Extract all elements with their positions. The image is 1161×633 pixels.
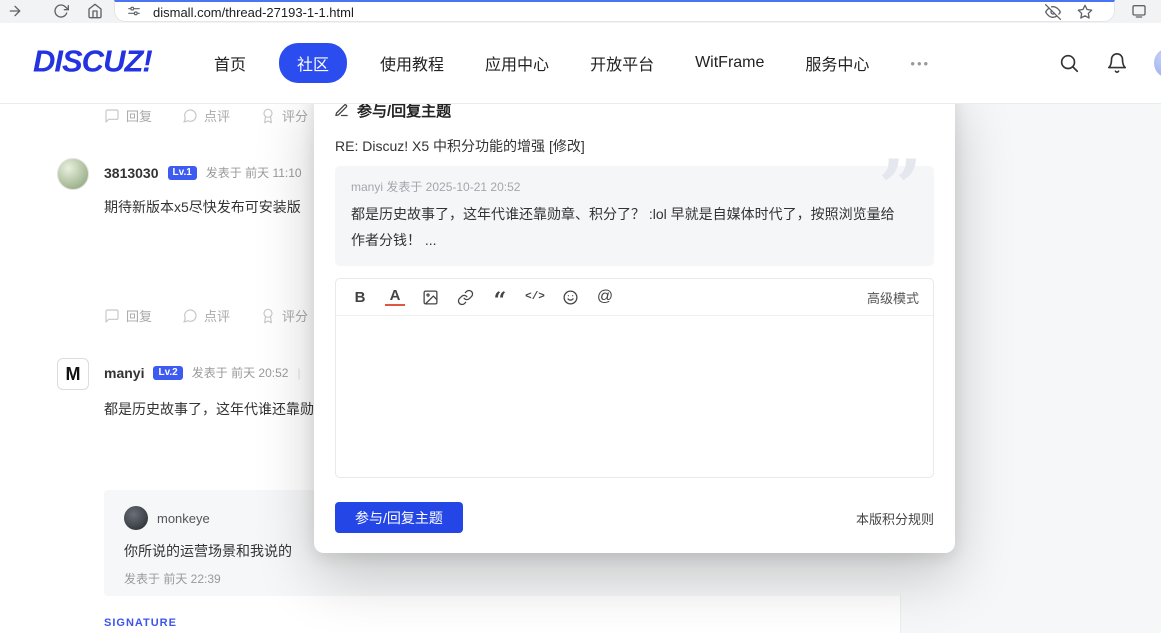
- rate-action[interactable]: 评分: [260, 306, 308, 325]
- reply-subject: RE: Discuz! X5 中积分功能的增强[修改]: [335, 136, 585, 156]
- nav-app-center[interactable]: 应用中心: [485, 51, 549, 75]
- bold-icon[interactable]: B: [350, 287, 370, 307]
- comment-action[interactable]: 点评: [182, 306, 230, 325]
- home-icon[interactable]: [86, 2, 104, 20]
- post1-level-badge: Lv.1: [168, 166, 197, 180]
- search-icon[interactable]: [1058, 52, 1080, 74]
- user-avatar[interactable]: [1154, 48, 1161, 78]
- post1-content: 期待新版本x5尽快发布可安装版: [104, 197, 301, 217]
- site-header: DISCUZ! 首页 社区 使用教程 应用中心 开放平台 WitFrame 服务…: [0, 23, 1161, 104]
- header-actions: [1058, 23, 1161, 103]
- post1-username[interactable]: 3813030: [104, 165, 159, 181]
- link-icon[interactable]: [455, 287, 475, 307]
- eye-off-icon[interactable]: [1045, 4, 1062, 21]
- nav-witframe[interactable]: WitFrame: [695, 54, 764, 72]
- code-icon[interactable]: </>: [525, 287, 545, 307]
- post2-posted: 发表于 前天 20:52: [192, 364, 289, 381]
- submit-reply-button[interactable]: 参与/回复主题: [335, 502, 463, 533]
- comment-action[interactable]: 点评: [182, 106, 230, 125]
- bell-icon[interactable]: [1106, 52, 1128, 74]
- reply-avatar[interactable]: [124, 506, 148, 530]
- window-icon[interactable]: [1130, 2, 1148, 20]
- post2-content: 都是历史故事了，这年代谁还靠勋: [104, 399, 314, 419]
- post1-header: 3813030 Lv.1 发表于 前天 11:10: [104, 164, 302, 181]
- address-bar[interactable]: dismall.com/thread-27193-1-1.html: [114, 0, 1115, 22]
- reply-textarea[interactable]: [336, 316, 933, 476]
- post2-username[interactable]: manyi: [104, 365, 144, 381]
- reply-editor: B A “ </> @ 高级模式: [335, 278, 934, 478]
- nav-more-icon[interactable]: •••: [910, 56, 930, 71]
- reply-modal: 参与/回复主题 RE: Discuz! X5 中积分功能的增强[修改] many…: [314, 84, 955, 553]
- advanced-mode-link[interactable]: 高级模式: [867, 288, 919, 307]
- rate-action[interactable]: 评分: [260, 106, 308, 125]
- reply-action[interactable]: 回复: [104, 306, 152, 325]
- reply-username[interactable]: monkeye: [157, 511, 210, 526]
- pencil-icon: [334, 103, 349, 118]
- browser-toolbar: dismall.com/thread-27193-1-1.html: [0, 0, 1161, 23]
- editor-toolbar: B A “ </> @ 高级模式: [336, 279, 933, 316]
- blockquote-icon[interactable]: “: [490, 287, 510, 307]
- post2-header: manyi Lv.2 发表于 前天 20:52 |: [104, 364, 301, 381]
- nav-community[interactable]: 社区: [279, 43, 347, 83]
- font-color-icon[interactable]: A: [385, 288, 405, 307]
- reply-posted: 发表于 前天 22:39: [124, 570, 881, 587]
- credit-rules-link[interactable]: 本版积分规则: [856, 509, 934, 528]
- refresh-icon[interactable]: [52, 2, 70, 20]
- nav-tutorials[interactable]: 使用教程: [380, 51, 444, 75]
- main-nav: 首页 社区 使用教程 应用中心 开放平台 WitFrame 服务中心 •••: [214, 23, 930, 103]
- reply-action[interactable]: 回复: [104, 106, 152, 125]
- mention-icon[interactable]: @: [595, 287, 615, 307]
- image-icon[interactable]: [420, 287, 440, 307]
- forward-icon[interactable]: [6, 2, 24, 20]
- post2-level-badge: Lv.2: [153, 366, 182, 380]
- edit-subject-link[interactable]: [修改]: [549, 138, 585, 154]
- nav-service-center[interactable]: 服务中心: [805, 51, 869, 75]
- meta-separator: |: [297, 366, 300, 380]
- quoted-post: manyi 发表于 2025-10-21 20:52 都是历史故事了，这年代谁还…: [335, 166, 934, 266]
- quote-meta: manyi 发表于 2025-10-21 20:52: [351, 178, 918, 195]
- url-text: dismall.com/thread-27193-1-1.html: [153, 4, 354, 21]
- signature-label: SIGNATURE: [104, 617, 177, 629]
- site-logo[interactable]: DISCUZ!: [33, 44, 152, 80]
- quote-content: 都是历史故事了，这年代谁还靠勋章、积分了？ :lol 早就是自媒体时代了，按照浏…: [351, 202, 896, 254]
- nav-open-platform[interactable]: 开放平台: [590, 51, 654, 75]
- post2-avatar[interactable]: M: [57, 358, 89, 390]
- post1-posted: 发表于 前天 11:10: [206, 164, 302, 181]
- post1-avatar[interactable]: [57, 158, 89, 190]
- site-info-icon[interactable]: [127, 4, 143, 20]
- emoji-icon[interactable]: [560, 287, 580, 307]
- nav-home[interactable]: 首页: [214, 51, 246, 75]
- bookmark-star-icon[interactable]: [1077, 4, 1094, 21]
